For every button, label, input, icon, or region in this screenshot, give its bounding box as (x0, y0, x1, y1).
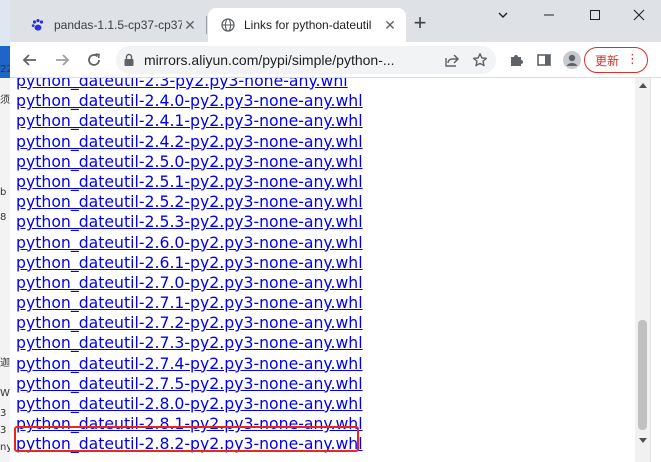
browser-toolbar: mirrors.aliyun.com/pypi/simple/python-..… (10, 42, 661, 78)
wheel-link[interactable]: python_dateutil-2.6.0-py2.py3-none-any.w… (16, 233, 363, 253)
wheel-link[interactable]: python_dateutil-2.4.1-py2.py3-none-any.w… (16, 111, 363, 131)
close-tab-icon[interactable]: ✕ (382, 17, 398, 33)
bookmark-star-icon[interactable] (468, 48, 492, 72)
tab-python-dateutil[interactable]: Links for python-dateutil ✕ (208, 8, 406, 42)
vertical-scrollbar[interactable] (635, 78, 650, 462)
reload-button[interactable] (80, 46, 108, 74)
wheel-link[interactable]: python_dateutil-2.5.1-py2.py3-none-any.w… (16, 172, 363, 192)
page-content: python_dateutil-2.3-py2.py3-none-any.whl… (10, 78, 635, 462)
wheel-link[interactable]: python_dateutil-2.7.0-py2.py3-none-any.w… (16, 273, 363, 293)
link-list: python_dateutil-2.3-py2.py3-none-any.whl… (16, 78, 370, 455)
background-text-fragment: 3 (0, 408, 7, 419)
puzzle-icon (511, 55, 523, 66)
background-text-fragment: ny (0, 442, 10, 453)
reload-icon (88, 53, 100, 66)
minimize-button[interactable] (526, 0, 572, 30)
tab-strip: pandas-1.1.5-cp37-cp37m ✕ Links for pyth… (10, 0, 661, 42)
baidu-paw-icon (30, 17, 46, 33)
highlight-box (14, 426, 359, 452)
back-button[interactable] (16, 46, 44, 74)
close-tab-icon[interactable]: ✕ (182, 17, 198, 33)
wheel-link[interactable]: python_dateutil-2.5.2-py2.py3-none-any.w… (16, 192, 363, 212)
background-text-fragment: 3 (0, 425, 7, 436)
wheel-link[interactable]: python_dateutil-2.3-py2.py3-none-any.whl (16, 78, 363, 91)
wheel-link[interactable]: python_dateutil-2.8.0-py2.py3-none-any.w… (16, 394, 363, 414)
extensions-button[interactable] (502, 46, 530, 74)
tab-separator (206, 16, 207, 34)
background-text-fragment: W (0, 388, 10, 399)
scroll-down-arrow-icon[interactable] (635, 434, 650, 448)
new-tab-button[interactable]: + (408, 12, 432, 36)
wheel-link[interactable]: python_dateutil-2.5.3-py2.py3-none-any.w… (16, 212, 363, 232)
wheel-link[interactable]: python_dateutil-2.7.1-py2.py3-none-any.w… (16, 293, 363, 313)
wheel-link[interactable]: python_dateutil-2.7.2-py2.py3-none-any.w… (16, 313, 363, 333)
wheel-link[interactable]: python_dateutil-2.4.2-py2.py3-none-any.w… (16, 132, 363, 152)
side-panel-button[interactable] (530, 46, 558, 74)
close-window-button[interactable] (616, 0, 661, 30)
scrollbar-thumb[interactable] (638, 320, 647, 430)
lock-icon[interactable] (122, 53, 136, 67)
tab-search-chevron-icon[interactable] (480, 0, 526, 30)
tab-pandas[interactable]: pandas-1.1.5-cp37-cp37m ✕ (18, 8, 206, 42)
globe-icon (220, 17, 236, 33)
url-text[interactable]: mirrors.aliyun.com/pypi/simple/python-..… (144, 52, 440, 68)
tab-title: Links for python-dateutil (244, 18, 372, 32)
window-right-edge (650, 78, 661, 462)
scroll-up-arrow-icon[interactable] (635, 78, 650, 92)
update-button[interactable]: 更新 ⋮ (584, 47, 648, 73)
avatar-icon (563, 51, 581, 69)
maximize-button[interactable] (572, 0, 618, 30)
address-bar[interactable]: mirrors.aliyun.com/pypi/simple/python-..… (116, 46, 496, 74)
more-menu-icon[interactable]: ⋮ (626, 52, 639, 68)
tab-title: pandas-1.1.5-cp37-cp37m (54, 18, 182, 32)
profile-avatar[interactable] (558, 46, 586, 74)
forward-button[interactable] (48, 46, 76, 74)
background-text-fragment: 22 (0, 64, 10, 75)
background-window-strip: 22 须 b 8 迦 W 3 3 ny (0, 0, 10, 462)
share-icon[interactable] (440, 48, 464, 72)
wheel-link[interactable]: python_dateutil-2.7.4-py2.py3-none-any.w… (16, 354, 363, 374)
update-button-label: 更新 (595, 53, 620, 68)
wheel-link[interactable]: python_dateutil-2.7.5-py2.py3-none-any.w… (16, 374, 363, 394)
wheel-link[interactable]: python_dateutil-2.5.0-py2.py3-none-any.w… (16, 152, 363, 172)
wheel-link[interactable]: python_dateutil-2.6.1-py2.py3-none-any.w… (16, 253, 363, 273)
arrow-right-icon (56, 54, 70, 66)
background-text-fragment: 迦 (0, 358, 10, 369)
background-text-fragment: 须 (0, 95, 10, 106)
arrow-left-icon (22, 54, 36, 66)
wheel-link[interactable]: python_dateutil-2.7.3-py2.py3-none-any.w… (16, 333, 363, 353)
browser-window: pandas-1.1.5-cp37-cp37m ✕ Links for pyth… (10, 0, 661, 462)
side-panel-icon (537, 54, 551, 66)
background-text-fragment: b (0, 187, 7, 198)
background-text-fragment: 8 (0, 212, 7, 223)
wheel-link[interactable]: python_dateutil-2.4.0-py2.py3-none-any.w… (16, 91, 363, 111)
